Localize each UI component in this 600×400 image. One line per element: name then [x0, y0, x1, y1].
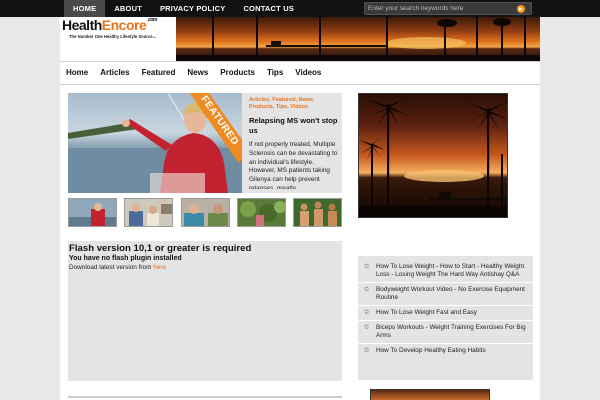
topnav-about[interactable]: ABOUT [105, 0, 151, 17]
palm-sunset-illustration [359, 98, 507, 217]
sunset-pier-illustration [176, 17, 540, 61]
list-item-label: Biceps Workouts - Weight Training Exerci… [376, 324, 526, 339]
header-banner-image [176, 17, 540, 61]
main-content: FEATURED Articles, Featured, News, Produ… [60, 85, 540, 400]
content-divider [68, 396, 342, 398]
featured-excerpt: If not properly treated, Multiple Sclero… [249, 141, 338, 189]
featured-thumbnails [68, 198, 342, 227]
list-item[interactable]: ✩ How To Lose Weight Fast and Easy [358, 306, 533, 321]
main-nav: Home Articles Featured News Products Tip… [60, 61, 540, 85]
list-item[interactable]: ✩ How To Lose Weight - How to Start - Hea… [358, 260, 533, 283]
flash-download: Download latest version from here [69, 263, 341, 272]
sidebar-image-2[interactable] [370, 389, 490, 400]
site-header: HealthEncore.com The Number One Healthy … [60, 17, 540, 61]
top-nav: HOME ABOUT PRIVACY POLICY CONTACT US [64, 0, 303, 17]
topnav-privacy-policy[interactable]: PRIVACY POLICY [151, 0, 234, 17]
list-item-label: Bodyweight Workout Video - No Exercise E… [376, 286, 525, 301]
list-item-label: How To Develop Healthy Eating Habits [376, 347, 486, 354]
top-bar: HOME ABOUT PRIVACY POLICY CONTACT US [0, 0, 600, 17]
search-input[interactable] [368, 3, 508, 14]
star-icon: ✩ [364, 347, 370, 354]
flash-download-link[interactable]: here [153, 264, 166, 271]
site-logo[interactable]: HealthEncore.com [62, 17, 157, 33]
star-icon: ✩ [364, 286, 370, 293]
thumbnail-2[interactable] [124, 198, 174, 227]
list-item-label: How To Lose Weight - How to Start - Heal… [376, 263, 525, 278]
logo-part2: Encore [101, 17, 147, 33]
featured-title[interactable]: Relapsing MS won't stop us [249, 116, 339, 136]
mainnav-featured[interactable]: Featured [136, 62, 182, 84]
flash-download-text: Download latest version from [69, 264, 154, 271]
flash-title: Flash version 10,1 or greater is require… [69, 243, 252, 254]
mainnav-tips[interactable]: Tips [261, 62, 289, 84]
logo-part1: Health [62, 17, 102, 33]
sidebar-video-list: ✩ How To Lose Weight - How to Start - Hea… [358, 256, 533, 380]
list-item[interactable]: ✩ Biceps Workouts - Weight Training Exerc… [358, 321, 533, 344]
mainnav-products[interactable]: Products [214, 62, 261, 84]
flash-video-placeholder: Flash version 10,1 or greater is require… [68, 241, 342, 381]
thumbnail-5[interactable] [293, 198, 342, 227]
mainnav-news[interactable]: News [181, 62, 214, 84]
list-item-label: How To Lose Weight Fast and Easy [376, 309, 478, 316]
topnav-home[interactable]: HOME [64, 0, 106, 17]
sidebar-sunset-image[interactable] [358, 93, 508, 218]
thumbnail-1[interactable] [68, 198, 117, 227]
arrow-right-icon[interactable] [517, 5, 525, 13]
thumbnail-3[interactable] [180, 198, 230, 227]
star-icon: ✩ [364, 309, 370, 316]
thumbnail-4[interactable] [236, 198, 286, 227]
featured-tags[interactable]: Articles, Featured, News, Products, Tips… [249, 97, 339, 111]
featured-text: Articles, Featured, News, Products, Tips… [249, 97, 339, 189]
featured-slider: FEATURED Articles, Featured, News, Produ… [68, 93, 342, 193]
site-tagline: The Number One Healthy Lifestyle Source.… [69, 34, 157, 39]
mainnav-home[interactable]: Home [60, 62, 94, 84]
flash-subtitle: You have no flash plugin installed [69, 255, 182, 262]
mainnav-videos[interactable]: Videos [289, 62, 327, 84]
featured-image[interactable]: FEATURED [68, 93, 242, 193]
search-box [364, 2, 532, 15]
star-icon: ✩ [364, 324, 370, 331]
star-icon: ✩ [364, 263, 370, 270]
list-item[interactable]: ✩ Bodyweight Workout Video - No Exercise … [358, 283, 533, 306]
topnav-contact-us[interactable]: CONTACT US [234, 0, 303, 17]
logo-suffix: .com [147, 17, 157, 23]
mainnav-articles[interactable]: Articles [94, 62, 135, 84]
list-item[interactable]: ✩ How To Develop Healthy Eating Habits [358, 344, 533, 358]
